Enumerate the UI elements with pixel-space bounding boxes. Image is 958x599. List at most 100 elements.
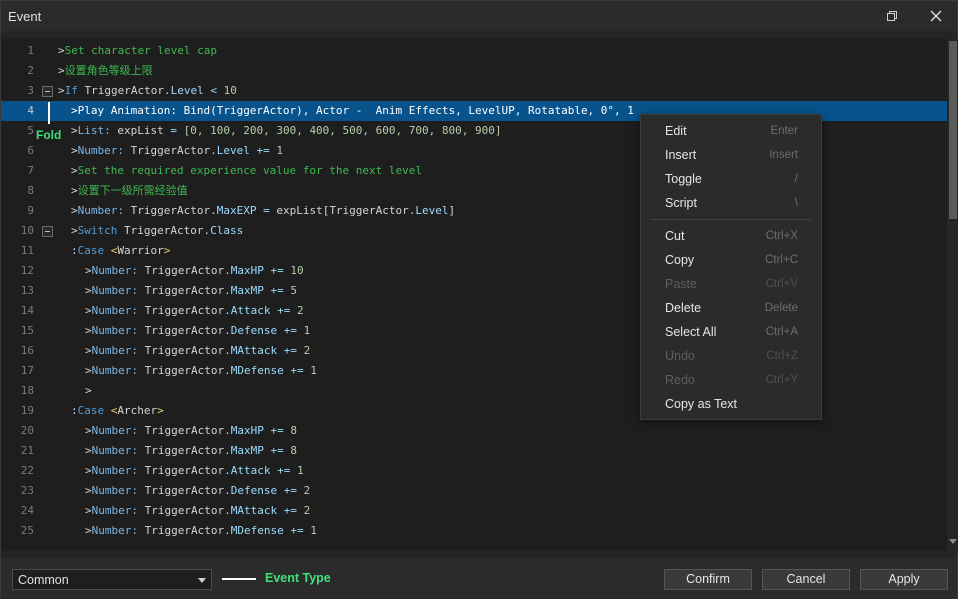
code-token: >: [58, 64, 65, 77]
vertical-scrollbar[interactable]: [947, 39, 958, 551]
line-number: 2: [27, 64, 34, 77]
code-token: Number:: [91, 304, 145, 317]
text-caret: [48, 102, 50, 124]
scroll-down-icon[interactable]: [949, 539, 957, 544]
event-type-select[interactable]: Common: [12, 569, 212, 590]
code-text: >Set the required experience value for t…: [71, 161, 422, 181]
annotation-line: [222, 578, 256, 580]
menu-item-cut[interactable]: Cut Ctrl+X: [641, 225, 821, 247]
line-number: 8: [27, 184, 34, 197]
code-token: .MaxHP: [224, 424, 264, 437]
menu-item-shortcut: Insert: [769, 149, 798, 161]
line-number: 17: [20, 364, 34, 377]
code-token: TriggerActor: [144, 464, 225, 477]
code-line[interactable]: 1 >Set character level cap: [1, 41, 947, 61]
code-token: Number:: [91, 344, 145, 357]
code-token: 1: [296, 464, 304, 477]
menu-item-edit[interactable]: Edit Enter: [641, 120, 821, 142]
code-token: expList: [117, 124, 164, 137]
code-text: >If TriggerActor.Level < 10: [58, 81, 237, 101]
code-token: TriggerActor: [144, 484, 225, 497]
code-token: Number:: [91, 264, 145, 277]
menu-item-label: Script: [665, 196, 697, 210]
scrollbar-thumb[interactable]: [949, 41, 957, 219]
line-number: 5: [27, 124, 34, 137]
menu-item-shortcut: \: [794, 197, 798, 209]
line-number: 7: [27, 164, 34, 177]
code-token: TriggerActor: [144, 264, 225, 277]
apply-button[interactable]: Apply: [860, 569, 948, 590]
restore-icon[interactable]: [881, 5, 903, 27]
line-number: 9: [27, 204, 34, 217]
menu-item-label: Edit: [665, 124, 687, 138]
code-token: TriggerActor: [144, 324, 225, 337]
menu-item-toggle[interactable]: Toggle /: [641, 168, 821, 190]
code-token: Set the required experience value for th…: [77, 164, 422, 177]
cancel-button[interactable]: Cancel: [762, 569, 850, 590]
code-token: 10: [290, 264, 304, 277]
line-number: 1: [27, 44, 34, 57]
fold-annotation-label: Fold: [36, 128, 62, 142]
code-line[interactable]: 2 >设置角色等级上限: [1, 61, 947, 81]
code-token: 2: [296, 304, 304, 317]
code-token: =: [256, 204, 277, 217]
code-token: TriggerActor: [144, 504, 225, 517]
code-line[interactable]: 24 >Number: TriggerActor.MAttack += 2: [1, 501, 947, 521]
code-token: Number:: [91, 504, 145, 517]
line-number: 10: [20, 224, 34, 237]
menu-item-select-all[interactable]: Select All Ctrl+A: [641, 321, 821, 343]
close-icon[interactable]: [925, 5, 947, 27]
fold-toggle-icon[interactable]: [42, 86, 53, 97]
code-token: 5: [290, 284, 297, 297]
confirm-button[interactable]: Confirm: [664, 569, 752, 590]
code-token: >: [71, 224, 78, 237]
menu-item-insert[interactable]: Insert Insert: [641, 144, 821, 166]
menu-item-copy-as-text[interactable]: Copy as Text: [641, 393, 821, 415]
code-line[interactable]: 21 >Number: TriggerActor.MaxMP += 8: [1, 441, 947, 461]
menu-item-label: Insert: [665, 148, 697, 162]
code-token: Switch: [77, 224, 124, 237]
menu-item-copy[interactable]: Copy Ctrl+C: [641, 249, 821, 271]
code-token: +=: [283, 524, 311, 537]
code-token: >: [85, 284, 92, 297]
code-line[interactable]: 23 >Number: TriggerActor.Defense += 2: [1, 481, 947, 501]
line-number: 3: [27, 84, 34, 97]
fold-toggle-icon[interactable]: [42, 226, 53, 237]
menu-item-delete[interactable]: Delete Delete: [641, 297, 821, 319]
code-line[interactable]: 3 >If TriggerActor.Level < 10: [1, 81, 947, 101]
event-type-value: Common: [18, 573, 69, 587]
code-token: TriggerActor: [130, 204, 211, 217]
code-token: Number:: [91, 484, 145, 497]
line-number: 11: [20, 244, 34, 257]
code-text: >Number: TriggerActor.MDefense += 1: [85, 361, 317, 381]
code-token: >: [85, 484, 92, 497]
code-token: Number:: [91, 324, 145, 337]
menu-item-label: Redo: [665, 373, 695, 387]
code-text: >Number: TriggerActor.Attack += 2: [85, 301, 304, 321]
code-line[interactable]: 20 >Number: TriggerActor.MaxHP += 8: [1, 421, 947, 441]
code-text: >Number: TriggerActor.Defense += 1: [85, 321, 310, 341]
code-text: >设置下一级所需经验值: [71, 181, 188, 201]
code-token: >: [85, 324, 92, 337]
code-token: If: [64, 84, 85, 97]
menu-item-label: Paste: [665, 277, 697, 291]
code-text: >Number: TriggerActor.MAttack += 2: [85, 501, 310, 521]
code-token: Case: [77, 404, 111, 417]
code-token: TriggerActor: [144, 524, 225, 537]
code-token: >: [85, 364, 92, 377]
menu-item-script[interactable]: Script \: [641, 192, 821, 214]
code-token: >: [71, 104, 78, 117]
code-text: >Number: TriggerActor.MaxMP += 5: [85, 281, 297, 301]
code-line[interactable]: 22 >Number: TriggerActor.Attack += 1: [1, 461, 947, 481]
menu-item-paste[interactable]: Paste Ctrl+V: [641, 273, 821, 295]
code-token: =: [163, 124, 184, 137]
menu-item-label: Copy: [665, 253, 695, 267]
code-token: >: [85, 524, 92, 537]
code-token: .Defense: [224, 484, 278, 497]
code-line[interactable]: 25 >Number: TriggerActor.MDefense += 1: [1, 521, 947, 541]
menu-item-undo[interactable]: Undo Ctrl+Z: [641, 345, 821, 367]
menu-item-redo[interactable]: Redo Ctrl+Y: [641, 369, 821, 391]
code-text: >Number: TriggerActor.MaxEXP = expList[T…: [71, 201, 455, 221]
code-token: +=: [263, 424, 291, 437]
code-token: >: [71, 144, 78, 157]
